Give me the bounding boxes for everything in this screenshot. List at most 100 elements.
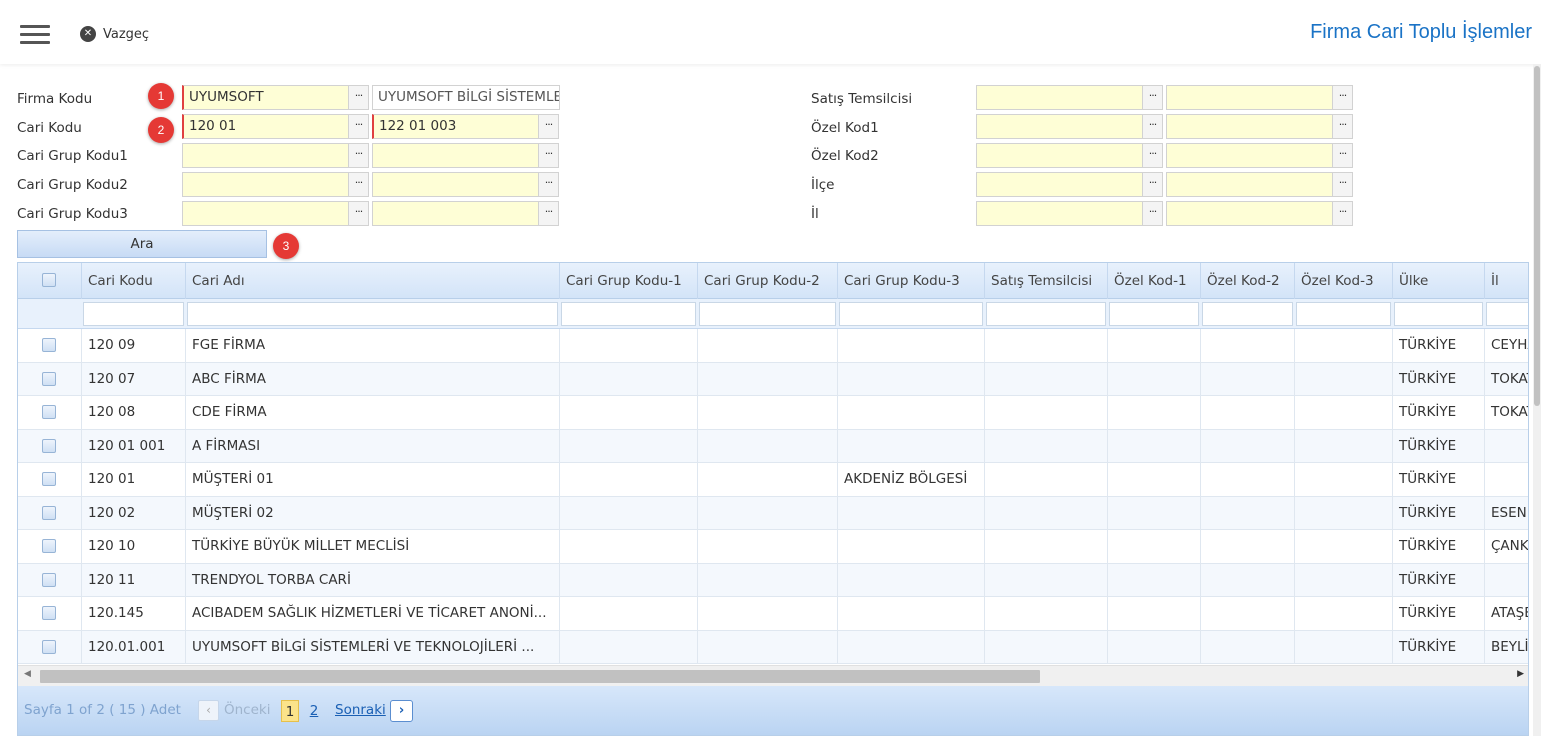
row-checkbox[interactable]: [42, 505, 56, 520]
page-1-button[interactable]: 1: [281, 700, 299, 722]
table-row[interactable]: 120.01.001 UYUMSOFT BİLGİ SİSTEMLERİ VE T…: [18, 630, 1528, 664]
column-header[interactable]: Cari Grup Kodu-2: [698, 263, 838, 299]
column-header[interactable]: Özel Kod-3: [1295, 263, 1393, 299]
column-filter-input[interactable]: [1109, 302, 1199, 326]
row-checkbox[interactable]: [42, 371, 56, 386]
column-header[interactable]: Cari Adı: [186, 263, 560, 299]
table-row[interactable]: 120 01 MÜŞTERİ 01 AKDENİZ BÖLGESİ TÜRKİYE: [18, 463, 1528, 497]
row-checkbox[interactable]: [42, 606, 56, 620]
table-row[interactable]: 120 02MÜŞTERİ 02 TÜRKİYEESENLER: [18, 496, 1528, 530]
column-header[interactable]: Özel Kod-2: [1201, 263, 1295, 299]
page-2-link[interactable]: 2: [308, 700, 320, 722]
vertical-scrollbar-thumb[interactable]: [1534, 66, 1540, 406]
ilce-to-input[interactable]: [1166, 172, 1333, 197]
satis-temsilcisi-to-lookup-button[interactable]: ···: [1332, 85, 1353, 110]
column-header[interactable]: Ülke: [1393, 263, 1485, 299]
horizontal-scrollbar[interactable]: ◀ ▶: [18, 665, 1528, 686]
il-from-lookup-button[interactable]: ···: [1142, 201, 1163, 226]
ozel-kod2-from-lookup-button[interactable]: ···: [1142, 143, 1163, 168]
chevron-right-icon[interactable]: ›: [390, 700, 413, 722]
column-header[interactable]: Özel Kod-1: [1108, 263, 1201, 299]
cari-grup-kodu2-to-lookup-button[interactable]: ···: [538, 172, 559, 197]
column-header[interactable]: Satış Temsilcisi: [985, 263, 1108, 299]
cari-kodu-from-lookup-button[interactable]: ···: [348, 114, 369, 139]
column-filter-input[interactable]: [1202, 302, 1293, 326]
row-checkbox[interactable]: [42, 438, 56, 453]
cari-kodu-to-input[interactable]: 122 01 003: [372, 114, 539, 139]
ilce-from-lookup-button[interactable]: ···: [1142, 172, 1163, 197]
table-row[interactable]: 120.145 ACIBADEM SAĞLIK HİZMETLERİ VE TİC…: [18, 597, 1528, 631]
table-row[interactable]: 120 01 001 A FİRMASI TÜRKİYE: [18, 429, 1528, 463]
ilce-from-input[interactable]: [976, 172, 1143, 197]
cari-grup-kodu1-from-input[interactable]: [182, 143, 349, 168]
il-to-lookup-button[interactable]: ···: [1332, 201, 1353, 226]
column-header[interactable]: İl: [1485, 263, 1528, 299]
row-checkbox[interactable]: [42, 405, 56, 419]
table-row[interactable]: 120 10 TÜRKİYE BÜYÜK MİLLET MECLİSİ TÜRKİY…: [18, 530, 1528, 564]
table-row[interactable]: 120 08CDE FİRMA TÜRKİYETOKAT: [18, 396, 1528, 430]
ozel-kod1-from-input[interactable]: [976, 114, 1143, 139]
scroll-left-arrow-icon[interactable]: ◀: [24, 669, 31, 679]
cari-grup-kodu2-to-input[interactable]: [372, 172, 539, 197]
scroll-right-arrow-icon[interactable]: ▶: [1517, 669, 1524, 679]
next-page-link[interactable]: Sonraki: [335, 702, 386, 718]
column-filter-input[interactable]: [83, 302, 184, 326]
cari-grup-kodu3-from-lookup-button[interactable]: ···: [348, 201, 369, 226]
cancel-button[interactable]: ✕ Vazgeç: [80, 26, 149, 42]
column-filter-input[interactable]: [187, 302, 558, 326]
ozel-kod1-from-lookup-button[interactable]: ···: [1142, 114, 1163, 139]
cari-kodu-to-lookup-button[interactable]: ···: [538, 114, 559, 139]
previous-page-link: Önceki: [224, 702, 271, 718]
row-select-cell: [18, 329, 82, 362]
cari-grup-kodu3-to-input[interactable]: [372, 201, 539, 226]
column-filter-input[interactable]: [699, 302, 836, 326]
column-filter-input[interactable]: [1394, 302, 1483, 326]
row-checkbox[interactable]: [42, 539, 56, 553]
row-checkbox[interactable]: [42, 572, 56, 587]
table-row[interactable]: 120 09FGE FİRMA TÜRKİYECEYHAN: [18, 329, 1528, 363]
column-header[interactable]: Cari Kodu: [82, 263, 186, 299]
column-filter-input[interactable]: [986, 302, 1106, 326]
row-checkbox[interactable]: [42, 338, 56, 352]
table-cell: TÜRKİYE BÜYÜK MİLLET MECLİSİ: [186, 530, 560, 563]
cari-grup-kodu3-to-lookup-button[interactable]: ···: [538, 201, 559, 226]
il-from-input[interactable]: [976, 201, 1143, 226]
cari-kodu-from-input[interactable]: 120 01: [182, 114, 349, 139]
hamburger-menu-icon[interactable]: [20, 25, 50, 45]
column-filter-input[interactable]: [1296, 302, 1391, 326]
satis-temsilcisi-from-lookup-button[interactable]: ···: [1142, 85, 1163, 110]
column-filter-input[interactable]: [839, 302, 983, 326]
cari-grup-kodu2-from-lookup-button[interactable]: ···: [348, 172, 369, 197]
firma-kodu-lookup-button[interactable]: ···: [348, 85, 369, 110]
cari-grup-kodu1-to-input[interactable]: [372, 143, 539, 168]
ozel-kod2-from-input[interactable]: [976, 143, 1143, 168]
column-header[interactable]: Cari Grup Kodu-3: [838, 263, 985, 299]
row-checkbox[interactable]: [42, 472, 56, 486]
firma-kodu-input[interactable]: UYUMSOFT: [182, 85, 349, 110]
ozel-kod1-to-lookup-button[interactable]: ···: [1332, 114, 1353, 139]
il-to-input[interactable]: [1166, 201, 1333, 226]
cari-grup-kodu2-from-input[interactable]: [182, 172, 349, 197]
ozel-kod1-to-input[interactable]: [1166, 114, 1333, 139]
satis-temsilcisi-from-input[interactable]: [976, 85, 1143, 110]
column-filter-input[interactable]: [1486, 302, 1528, 326]
table-row[interactable]: 120 07ABC FİRMA TÜRKİYETOKAT: [18, 362, 1528, 396]
header-select-all-cell: [18, 263, 82, 299]
ozel-kod2-to-input[interactable]: [1166, 143, 1333, 168]
ilce-to-lookup-button[interactable]: ···: [1332, 172, 1353, 197]
cari-grup-kodu1-to-lookup-button[interactable]: ···: [538, 143, 559, 168]
cari-grup-kodu1-from-lookup-button[interactable]: ···: [348, 143, 369, 168]
search-button[interactable]: Ara: [17, 230, 267, 258]
row-checkbox[interactable]: [42, 639, 56, 654]
table-cell: [1201, 563, 1295, 597]
column-filter-input[interactable]: [561, 302, 696, 326]
satis-temsilcisi-to-input[interactable]: [1166, 85, 1333, 110]
column-header[interactable]: Cari Grup Kodu-1: [560, 263, 698, 299]
table-cell: [560, 597, 698, 630]
ozel-kod2-to-lookup-button[interactable]: ···: [1332, 143, 1353, 168]
horizontal-scrollbar-thumb[interactable]: [40, 670, 1040, 683]
cari-grup-kodu3-from-input[interactable]: [182, 201, 349, 226]
vertical-scrollbar[interactable]: [1533, 64, 1541, 736]
select-all-checkbox[interactable]: [42, 273, 56, 287]
table-row[interactable]: 120 11 TRENDYOL TORBA CARİ TÜRKİYE: [18, 563, 1528, 597]
